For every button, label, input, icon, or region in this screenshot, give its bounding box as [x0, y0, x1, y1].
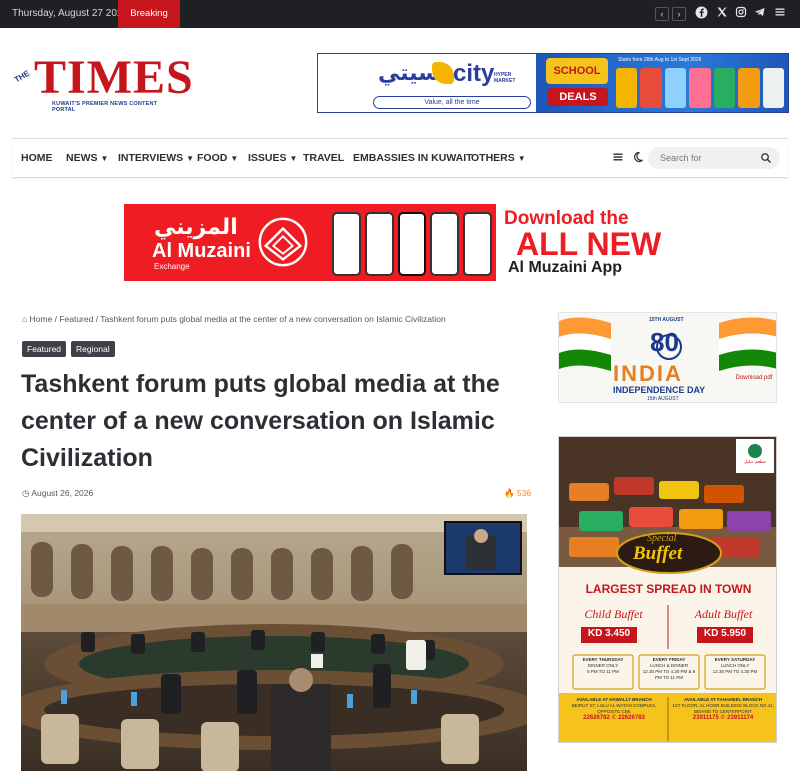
x-icon[interactable]	[715, 6, 729, 22]
top-bar: Thursday, August 27 2026 Breaking News ‹…	[0, 0, 800, 47]
nav-item-home[interactable]: HOME	[21, 139, 53, 177]
india-ad-title: INDEPENDENCE DAY	[613, 385, 706, 395]
nav-item-issues[interactable]: ISSUES ▼	[248, 139, 297, 178]
city-hypermarket-ad[interactable]: سيتي city HYPER MARKET Value, all the ti…	[317, 53, 789, 113]
muzaini-exchange: Exchange	[154, 262, 190, 271]
instagram-icon[interactable]	[734, 6, 748, 22]
child-buffet-price: KD 3.450	[587, 628, 631, 639]
article-headline: Tashkent forum puts global media at the …	[21, 370, 500, 472]
facebook-icon[interactable]	[694, 6, 708, 22]
city-ad-promo-panel: SCHOOL DEALS عروض Starts from 26th Aug t…	[536, 54, 788, 112]
adult-buffet-label: Adult Buffet	[694, 607, 753, 621]
city-ad-deals: DEALS عروض	[548, 88, 608, 112]
nav-item-food[interactable]: FOOD ▼	[197, 139, 238, 178]
city-ad-brand-panel: سيتي city HYPER MARKET Value, all the ti…	[318, 54, 538, 112]
logo-wordmark: TIMES	[34, 51, 194, 104]
logo-tagline: KUWAIT'S PREMIER NEWS CONTENT PORTAL	[52, 101, 158, 113]
muzaini-name: Al Muzaini	[152, 240, 251, 262]
breadcrumb-home[interactable]: Home	[30, 314, 53, 324]
buffet-slot: EVERY THURSDAY DINNER ONLY 6 PM TO 11 PM	[582, 657, 624, 674]
buffet-headline: LARGEST SPREAD IN TOWN	[585, 582, 752, 596]
child-buffet-label: Child Buffet	[584, 607, 643, 621]
menu-icon[interactable]	[773, 6, 787, 22]
buffet-restaurant-logo: مطعم مكبل	[743, 459, 767, 464]
chevron-left-icon[interactable]: ‹	[655, 7, 669, 21]
muzaini-cta-line2: ALL NEW	[516, 226, 662, 262]
nav-item-news[interactable]: NEWS ▼	[66, 139, 108, 178]
buffet-branch-hawally: AVAILABLE AT HAWALLY BRANCH BEIRUT ST, L…	[571, 697, 657, 721]
fire-icon: 🔥	[504, 488, 515, 498]
breadcrumb-current: Tashkent forum puts global media at the …	[100, 314, 446, 324]
india-ad-number: 80	[650, 327, 679, 357]
special-buffet-ad[interactable]: مطعم مكبل Special Buffet LARGEST SPREAD …	[558, 436, 777, 743]
chevron-down-icon: ▼	[100, 154, 109, 163]
adult-buffet-price: KD 5.950	[703, 628, 747, 639]
breadcrumb: ⌂ Home / Featured / Tashkent forum puts …	[22, 314, 446, 324]
hamburger-icon[interactable]	[611, 151, 625, 165]
article-tags: Featured Regional	[22, 341, 115, 357]
city-ad-products	[616, 68, 784, 108]
city-ad-tagline: Value, all the time	[373, 96, 531, 109]
search-icon[interactable]	[760, 151, 774, 165]
site-logo[interactable]: THE TIMES KUWAIT'S PREMIER NEWS CONTENT …	[12, 52, 193, 114]
clock-icon: ◷	[22, 488, 30, 498]
chevron-down-icon: ▼	[517, 154, 526, 163]
current-date: Thursday, August 27 2026	[12, 8, 129, 19]
search-box	[648, 147, 780, 169]
city-ad-dates: Starts from 26th Aug to 1st Sept 2026	[618, 57, 702, 63]
india-ad-country: INDIA	[613, 361, 683, 386]
muzaini-cta-line3: Al Muzaini App	[508, 259, 623, 276]
muzaini-app-screens	[332, 212, 492, 276]
logo-the: THE	[12, 68, 32, 85]
india-ad-date: 15TH AUGUST	[649, 317, 684, 323]
chevron-down-icon: ▼	[230, 154, 239, 163]
india-independence-ad[interactable]: 15TH AUGUST 80 INDIA INDEPENDENCE DAY 15…	[558, 312, 777, 403]
search-input[interactable]	[660, 151, 756, 165]
nav-item-embassies[interactable]: EMBASSIES IN KUWAIT	[353, 139, 473, 177]
buffet-slot: EVERY FRIDAY LUNCH & DINNER 12.30 PM TO …	[642, 657, 696, 680]
india-ad-pdf[interactable]: Download pdf	[735, 375, 773, 382]
conference-hall-photo	[21, 514, 527, 771]
city-ad-brand: city	[453, 60, 495, 87]
muzaini-arabic-name: المزيني	[154, 214, 238, 239]
nav-item-interviews[interactable]: INTERVIEWS ▼	[118, 139, 194, 178]
buffet-branch-fahaheel: AVAILABLE AT FAHAHEEL BRANCH 1ST FLOOR, …	[672, 697, 774, 721]
chevron-down-icon: ▼	[289, 154, 298, 163]
city-ad-brand-sub: HYPER MARKET	[494, 72, 516, 84]
telegram-icon[interactable]	[753, 6, 767, 22]
city-ad-arabic-name: سيتي	[378, 60, 440, 85]
al-muzaini-ad[interactable]: المزيني Al Muzaini Exchange Download the…	[124, 204, 676, 281]
breadcrumb-section[interactable]: Featured	[59, 314, 93, 324]
article-featured-image[interactable]	[21, 514, 527, 771]
breaking-news-label[interactable]: Breaking News	[118, 0, 180, 47]
moon-icon[interactable]	[631, 151, 645, 165]
muzaini-emblem-icon	[258, 217, 308, 267]
buffet-title: Buffet	[633, 543, 683, 564]
india-ad-sub: 15th AUGUST	[647, 396, 679, 402]
chevron-right-icon[interactable]: ›	[672, 7, 686, 21]
city-ad-promo-title: SCHOOL	[546, 58, 608, 84]
nav-item-others[interactable]: OTHERS ▼	[471, 139, 526, 178]
buffet-slot: EVERY SATURDAY LUNCH ONLY 12.30 PM TO 4.…	[712, 657, 758, 674]
article-views: 🔥 536	[504, 488, 532, 498]
chevron-down-icon: ▼	[186, 154, 195, 163]
home-icon: ⌂	[22, 314, 28, 324]
nav-item-travel[interactable]: TRAVEL	[303, 139, 344, 177]
tag-featured[interactable]: Featured	[22, 341, 67, 357]
article-date: ◷ August 26, 2026	[22, 488, 94, 498]
tag-regional[interactable]: Regional	[71, 341, 115, 357]
